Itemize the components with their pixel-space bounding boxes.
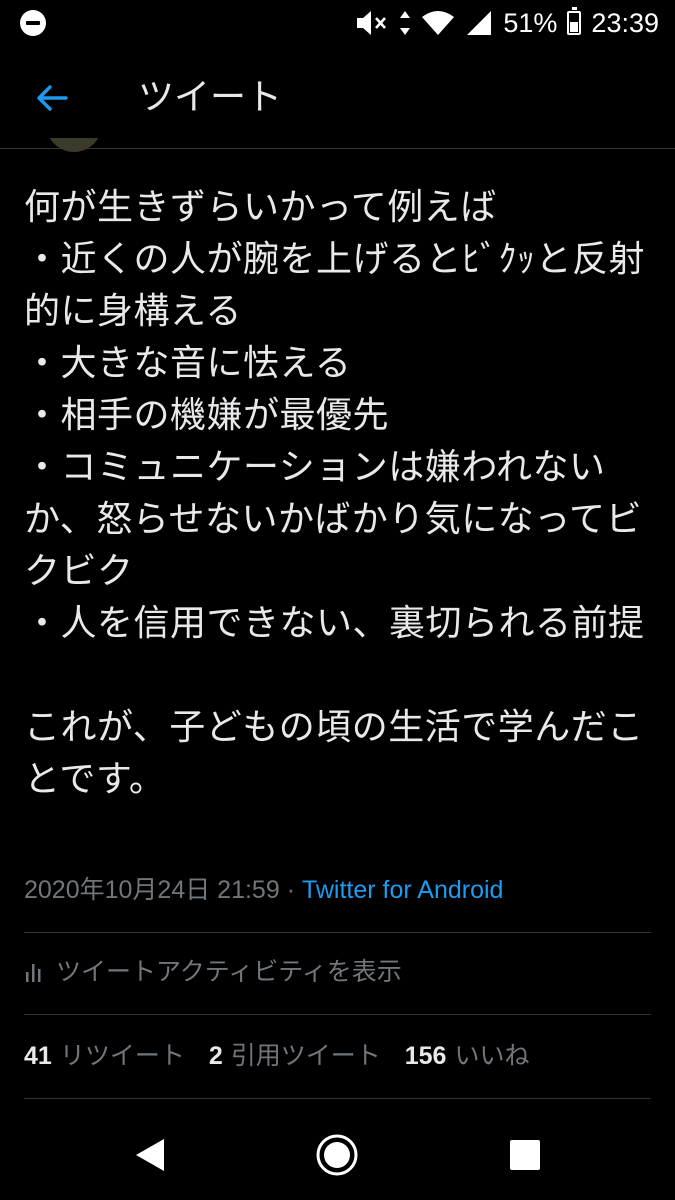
quotes-count: 2	[208, 1042, 223, 1070]
divider	[24, 1098, 651, 1099]
app-header: ツイート	[0, 48, 675, 149]
retweets-stat[interactable]: 41 リツイート	[24, 1034, 185, 1078]
status-bar: 51% 23:39	[0, 0, 675, 48]
tweet-activity-link[interactable]: ツイートアクティビティを表示	[24, 950, 402, 994]
battery-icon	[567, 7, 582, 35]
tweet-activity-label: ツイートアクティビティを表示	[56, 957, 402, 986]
data-arrows-icon	[400, 11, 411, 35]
clock: 23:39	[591, 8, 659, 38]
likes-label: いいね	[454, 1041, 530, 1070]
retweets-label: リツイート	[59, 1041, 185, 1070]
likes-count: 156	[404, 1042, 447, 1070]
tweet-source-link[interactable]: Twitter for Android	[302, 876, 503, 904]
divider	[24, 932, 651, 933]
quotes-stat[interactable]: 2 引用ツイート	[209, 1034, 381, 1078]
bar-chart-icon	[26, 964, 41, 982]
system-nav-bar	[0, 1110, 675, 1200]
tweet-stats: 41 リツイート 2 引用ツイート 156 いいね	[24, 1034, 553, 1078]
avatar[interactable]	[46, 138, 102, 156]
tweet-timestamp[interactable]: 2020年10月24日 21:59	[24, 876, 280, 904]
retweets-count: 41	[24, 1042, 52, 1070]
nav-home-icon[interactable]	[316, 1134, 358, 1176]
wifi-icon	[422, 11, 455, 35]
likes-stat[interactable]: 156 いいね	[405, 1034, 530, 1078]
page-title: ツイート	[138, 77, 283, 118]
nav-recents-icon[interactable]	[510, 1140, 540, 1170]
quotes-label: 引用ツイート	[230, 1041, 381, 1070]
meta-separator: ·	[279, 876, 302, 904]
tweet-text: 何が生きずらいかって例えば ・近くの人が腕を上げるとﾋﾞｸｯと反射的に身構える …	[24, 187, 646, 800]
divider	[24, 1014, 651, 1015]
tweet-meta: 2020年10月24日 21:59 · Twitter for Android	[24, 872, 503, 908]
status-indicators: 51% 23:39	[355, 6, 659, 40]
signal-icon	[467, 11, 492, 35]
do-not-disturb-icon	[20, 10, 46, 36]
battery-percentage: 51%	[503, 8, 558, 38]
nav-back-icon[interactable]	[132, 1136, 168, 1174]
mute-icon	[357, 11, 387, 35]
arrow-left-icon[interactable]	[32, 78, 72, 118]
